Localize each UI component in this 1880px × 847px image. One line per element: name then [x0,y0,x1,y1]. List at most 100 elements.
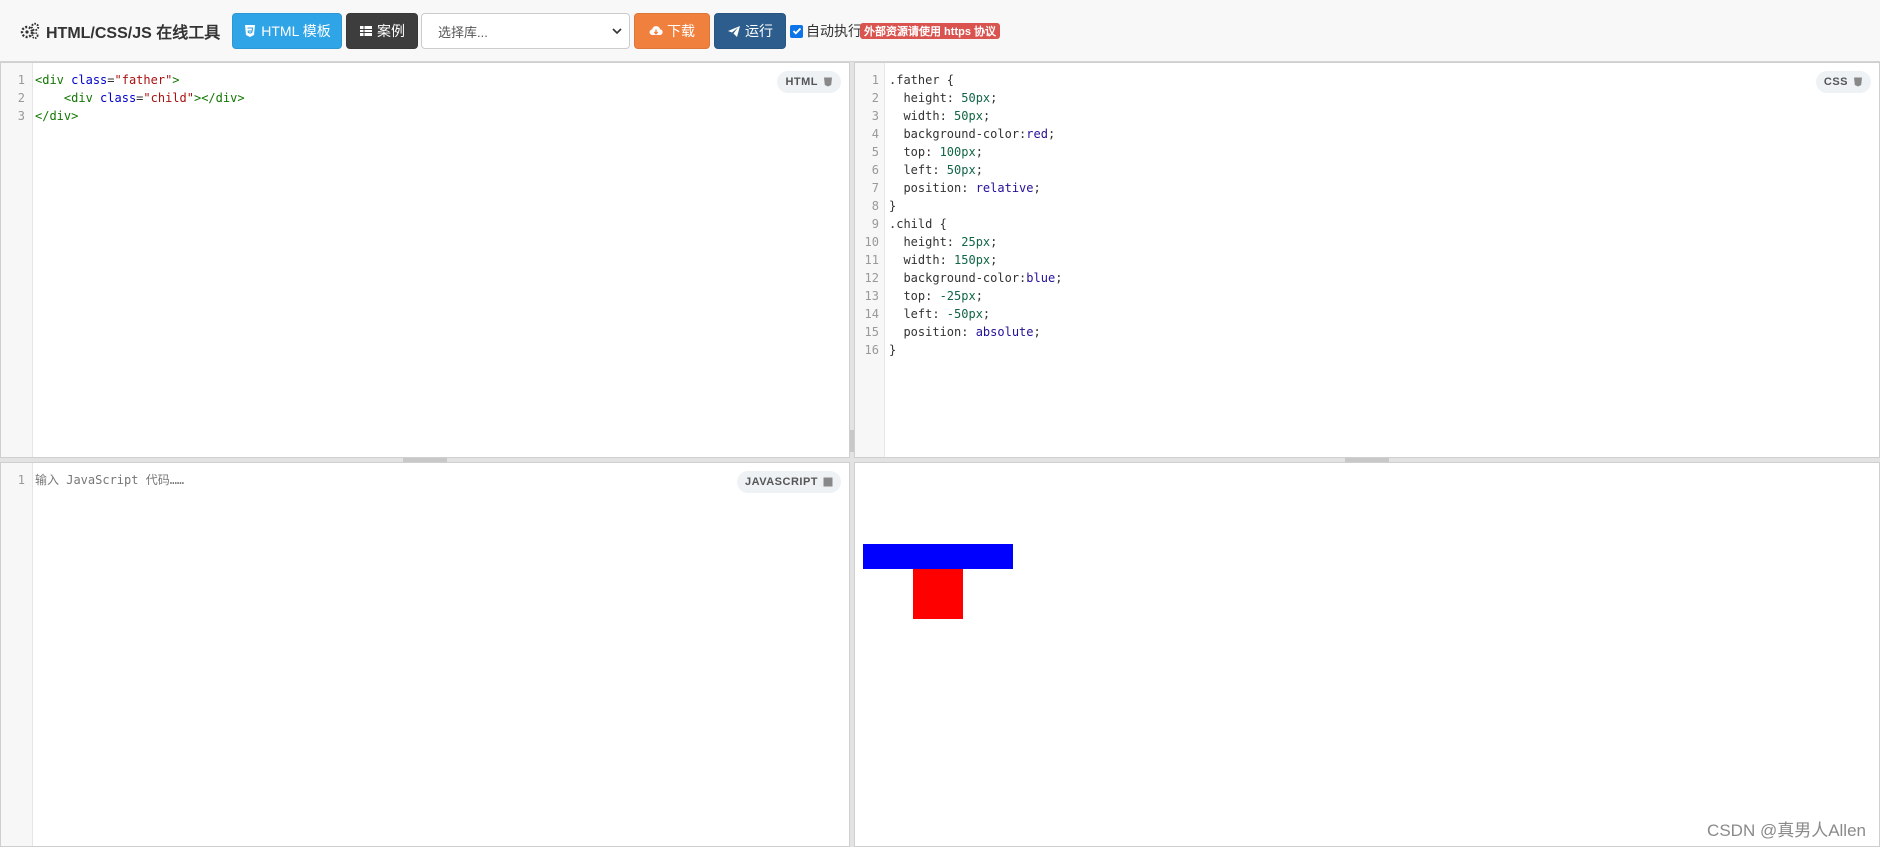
css-editor-panel[interactable]: 1 .father {2 height: 50px; 3 width: 50px; 4… [854,62,1880,458]
cloud-download-icon [649,26,663,36]
line-number: 4 [871,127,879,141]
css3-icon [1854,77,1862,87]
splitter-grip[interactable] [403,458,447,462]
js-editor-panel[interactable]: 1 输入 JavaScript 代码…… JAVASCRIPT [0,462,850,847]
code-text: <div class="child"></div> [63,91,245,105]
child-box [863,544,1013,569]
code-text: left: 50px; [889,163,983,177]
examples-button[interactable]: 案例 [346,13,418,49]
code-text: width: 150px; [889,253,998,267]
code-text: position: relative; [889,181,1041,195]
code-text: background-color:blue; [889,271,1063,285]
line-number: 1 [871,73,879,87]
code-text: left: -50px; [889,307,991,321]
code-line: 8} [855,197,1879,215]
code-line: 2 height: 50px; [855,89,1879,107]
code-line: 5 top: 100px; [855,143,1879,161]
line-number: 11 [864,253,879,267]
code-text: } [889,343,897,357]
css-label-text: CSS [1823,76,1848,88]
code-line: 1 .father { [855,71,1879,89]
code-line: 14 left: -50px; [855,305,1879,323]
html-label-text: HTML [785,76,818,88]
code-text: background-color:red; [889,127,1056,141]
code-line: 13 top: -25px; [855,287,1879,305]
code-line: 11 width: 150px; [855,251,1879,269]
autorun-toggle[interactable]: 自动执行 [790,22,862,40]
line-number: 7 [871,181,879,195]
table-icon [360,26,372,36]
code-line: 6 left: 50px; [855,161,1879,179]
code-line: 3 </div> [1,107,849,125]
line-number: 15 [864,325,879,339]
html-panel-label[interactable]: HTML [777,71,841,93]
js-label-text: JAVASCRIPT [744,476,818,488]
line-number: 8 [871,199,879,213]
code-text: position: absolute; [889,325,1041,339]
code-line: 4 background-color:red; [855,125,1879,143]
line-number: 12 [864,271,879,285]
run-label: 运行 [745,23,773,39]
horizontal-splitter[interactable] [0,458,1880,462]
autorun-label: 自动执行 [806,23,862,39]
autorun-checkbox[interactable] [790,24,803,38]
code-line: 7 position: relative; [855,179,1879,197]
check-icon [792,27,801,35]
download-button[interactable]: 下载 [634,13,710,49]
code-line: 16} [855,341,1879,359]
examples-label: 案例 [377,23,405,39]
code-line: 9 .child { [855,215,1879,233]
code-line: 2 <div class="child"></div> [1,89,849,107]
https-warning-badge: 外部资源请使用 https 协议 [860,23,1000,39]
code-text: height: 25px; [889,235,998,249]
code-text: top: -25px; [889,289,983,303]
library-select-value: 选择库... [438,24,488,40]
line-number: 1 [17,473,25,487]
line-number: 2 [871,91,879,105]
line-number: 1 [17,73,25,87]
splitter-grip[interactable] [850,430,854,452]
html-code[interactable]: 1 <div class="father"> 2 <div class="chi… [1,71,849,125]
library-select[interactable]: 选择库... [421,13,630,49]
toolbar: HTML/CSS/JS 在线工具 HTML 模板 案例 选择库... 下载 运行… [0,0,1880,62]
result-preview-panel[interactable] [854,462,1880,847]
line-number: 9 [871,217,879,231]
splitter-grip[interactable] [1345,458,1389,462]
line-number: 6 [871,163,879,177]
line-number: 5 [871,145,879,159]
vertical-splitter[interactable] [850,62,854,847]
line-number: 2 [17,91,25,105]
run-button[interactable]: 运行 [714,13,786,49]
code-text: .father { [889,73,955,87]
chevron-down-icon [612,28,622,35]
js-code[interactable]: 1 输入 JavaScript 代码…… [1,471,849,489]
father-box [913,569,963,619]
css-code[interactable]: 1 .father {2 height: 50px; 3 width: 50px; 4… [855,71,1879,359]
watermark: CSDN @真男人Allen [1707,821,1866,840]
line-number: 3 [17,109,25,123]
download-label: 下载 [667,23,695,39]
paper-plane-icon [728,26,740,37]
code-text: .child { [889,217,947,231]
code-text: height: 50px; [889,91,998,105]
code-line: 12 background-color:blue; [855,269,1879,287]
html5-icon [245,25,256,37]
html-editor-panel[interactable]: 1 <div class="father"> 2 <div class="chi… [0,62,850,458]
html-template-label: HTML 模板 [261,23,331,39]
code-text: width: 50px; [889,109,991,123]
gears-icon [20,22,40,39]
html-template-button[interactable]: HTML 模板 [232,13,342,49]
js-panel-label[interactable]: JAVASCRIPT [736,471,841,493]
line-number: 16 [864,343,879,357]
code-line: 10 height: 25px; [855,233,1879,251]
js-placeholder: 输入 JavaScript 代码…… [35,473,185,487]
code-line: 1 <div class="father"> [1,71,849,89]
app-title: HTML/CSS/JS 在线工具 [46,25,221,42]
code-text: top: 100px; [889,145,983,159]
code-line: 15 position: absolute; [855,323,1879,341]
code-text: </div> [35,109,79,123]
line-number: 13 [864,289,879,303]
css-panel-label[interactable]: CSS [1815,71,1871,93]
line-number: 10 [864,235,879,249]
app-brand: HTML/CSS/JS 在线工具 [20,18,220,44]
